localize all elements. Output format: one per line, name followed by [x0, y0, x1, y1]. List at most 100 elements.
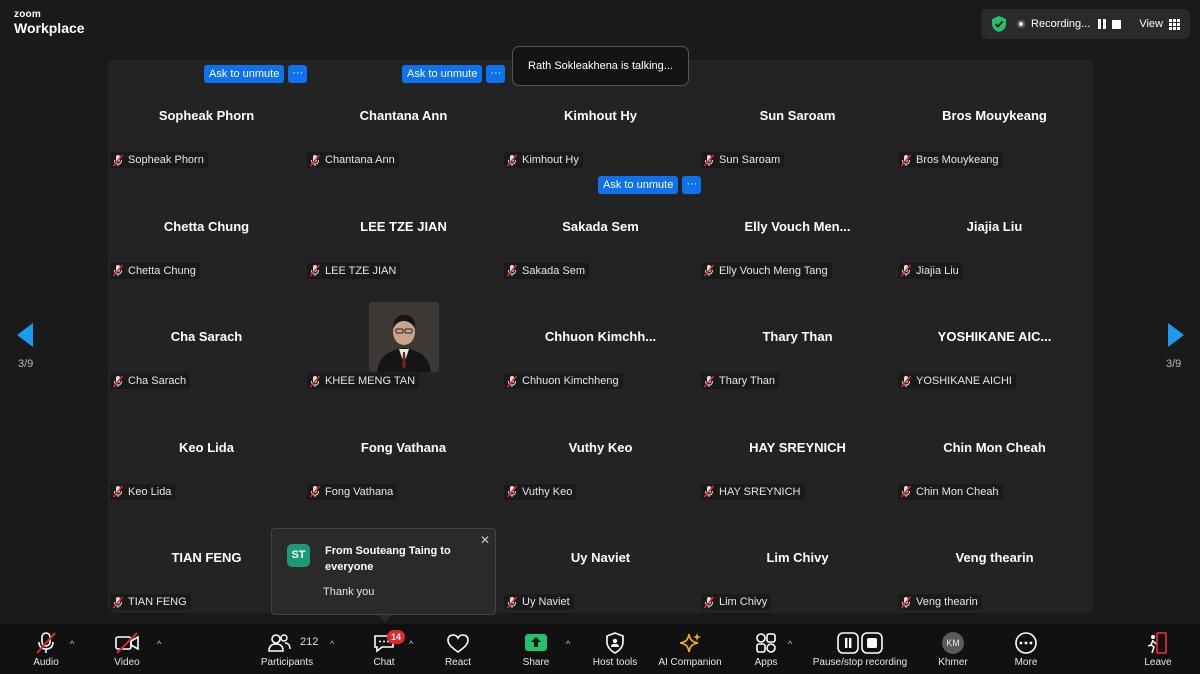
more-options-button[interactable]: ···: [288, 65, 308, 83]
microphone-muted-icon: [900, 264, 912, 277]
participant-tile[interactable]: Chetta Chung Chetta Chung: [108, 171, 305, 282]
apps-icon: [756, 633, 776, 653]
audio-button[interactable]: Audio: [22, 624, 70, 674]
participant-name-tag: Uy Naviet: [504, 594, 574, 611]
participant-name-tag-label: Cha Sarach: [128, 375, 187, 388]
participant-tile[interactable]: Veng thearin Veng thearin: [896, 502, 1093, 613]
next-page-arrow-icon[interactable]: [1168, 323, 1184, 347]
microphone-muted-icon: [506, 485, 518, 498]
pause-recording-icon[interactable]: [1098, 19, 1107, 29]
chat-unread-badge: 14: [387, 630, 405, 644]
participant-tile[interactable]: YOSHIKANE AIC... YOSHIKANE AICHI: [896, 281, 1093, 392]
microphone-muted-icon: [900, 153, 912, 167]
react-button[interactable]: React: [438, 624, 478, 674]
participant-tile[interactable]: Jiajia Liu Jiajia Liu: [896, 171, 1093, 282]
participant-name-tag-label: Jiajia Liu: [916, 264, 959, 277]
meeting-toolbar: Audio ^ Video ^ Participants 212 ^ Chat …: [0, 624, 1200, 674]
participant-name-tag-label: Sopheak Phorn: [128, 154, 204, 166]
stop-recording-icon[interactable]: [1112, 19, 1122, 29]
share-button[interactable]: Share: [516, 624, 556, 674]
recording-dot-icon: [1017, 20, 1026, 28]
participant-tile[interactable]: Thary Than Thary Than: [699, 281, 896, 392]
participant-name-tag: Keo Lida: [110, 483, 176, 500]
microphone-muted-icon: [900, 485, 912, 498]
participant-tile[interactable]: Sun Saroam Sun Saroam: [699, 60, 896, 171]
more-options-button[interactable]: ···: [486, 65, 506, 83]
participant-name-tag-label: Lim Chivy: [719, 596, 768, 609]
participant-tile[interactable]: LEE TZE JIAN LEE TZE JIAN: [305, 171, 502, 282]
participant-tile[interactable]: Chin Mon Cheah Chin Mon Cheah: [896, 392, 1093, 503]
gallery-view: Sopheak Phorn Sopheak Phorn Chantana Ann Ch…: [108, 60, 1093, 613]
participant-tile[interactable]: Chhuon Kimchh... Chhuon Kimchheng: [502, 281, 699, 392]
pause-stop-recording-button[interactable]: Pause/stop recording: [808, 624, 912, 674]
participant-name-tag: Thary Than: [701, 373, 780, 390]
ai-companion-button[interactable]: AI Companion: [654, 624, 726, 674]
microphone-muted-icon: [112, 485, 124, 498]
participant-name-tag-label: HAY SREYNICH: [719, 485, 801, 498]
brand-line1: zoom: [14, 9, 41, 20]
share-options-chevron-up-icon[interactable]: ^: [566, 639, 570, 649]
audio-options-chevron-up-icon[interactable]: ^: [70, 639, 74, 649]
participant-display-name: Sakada Sem: [562, 218, 639, 234]
participant-display-name: Chetta Chung: [163, 218, 250, 234]
chat-options-chevron-up-icon[interactable]: ^: [409, 639, 413, 649]
participant-name-tag: Vuthy Keo: [504, 483, 577, 500]
microphone-muted-icon: [309, 153, 321, 167]
participant-tile[interactable]: Bros Mouykeang Bros Mouykeang: [896, 60, 1093, 171]
participant-tile[interactable]: Keo Lida Keo Lida: [108, 392, 305, 503]
grid-view-icon[interactable]: [1169, 18, 1180, 30]
more-button[interactable]: More: [1006, 624, 1046, 674]
more-options-button[interactable]: ···: [682, 176, 702, 194]
participant-display-name: Veng thearin: [955, 550, 1034, 566]
participant-tile[interactable]: Uy Naviet Uy Naviet: [502, 502, 699, 613]
previous-page-arrow-icon[interactable]: [17, 323, 33, 347]
participant-tile[interactable]: HAY SREYNICH HAY SREYNICH: [699, 392, 896, 503]
video-button[interactable]: Video: [104, 624, 150, 674]
participant-tile[interactable]: Vuthy Keo Vuthy Keo: [502, 392, 699, 503]
microphone-muted-icon: [900, 375, 912, 388]
video-options-chevron-up-icon[interactable]: ^: [157, 639, 161, 649]
participant-display-name: Bros Mouykeang: [942, 108, 1047, 123]
apps-label: Apps: [754, 657, 778, 668]
chat-notification[interactable]: ST From Souteang Taing to everyone Thank…: [271, 528, 496, 622]
apps-button[interactable]: Apps: [746, 624, 786, 674]
participant-name-tag-label: Elly Vouch Meng Tang: [719, 264, 828, 277]
participant-tile[interactable]: Fong Vathana Fong Vathana: [305, 392, 502, 503]
leave-door-icon: [1147, 632, 1167, 654]
brand-line2: Workplace: [14, 20, 85, 36]
participant-name-tag-label: TIAN FENG: [128, 596, 187, 609]
participant-display-name: Sopheak Phorn: [158, 108, 255, 123]
microphone-muted-icon: [506, 264, 518, 277]
participant-tile[interactable]: Cha Sarach Cha Sarach: [108, 281, 305, 392]
participant-name-tag-label: KHEE MENG TAN: [325, 375, 416, 388]
apps-options-chevron-up-icon[interactable]: ^: [788, 639, 792, 649]
participant-name-tag-label: Chantana Ann: [325, 154, 395, 166]
language-button[interactable]: KM Khmer: [930, 624, 976, 674]
participant-name-tag: Bros Mouykeang: [898, 152, 1003, 168]
participant-tile[interactable]: Elly Vouch Men... Elly Vouch Meng Tang: [699, 171, 896, 282]
participant-display-name: Kimhout Hy: [564, 108, 637, 123]
participant-name-tag: YOSHIKANE AICHI: [898, 373, 1016, 390]
ask-to-unmute-button[interactable]: Ask to unmute: [598, 176, 679, 194]
participant-name-tag: Sun Saroam: [701, 152, 785, 168]
participants-options-chevron-up-icon[interactable]: ^: [330, 639, 334, 649]
ai-companion-label: AI Companion: [658, 657, 722, 668]
microphone-muted-icon: [703, 485, 715, 498]
participant-name-tag-label: Fong Vathana: [325, 485, 394, 498]
microphone-muted-icon: [112, 375, 124, 388]
popup-tail: [378, 615, 392, 622]
close-icon[interactable]: ✕: [480, 533, 490, 547]
video-label: Video: [114, 657, 140, 668]
view-button-label[interactable]: View: [1139, 18, 1163, 30]
participant-tile[interactable]: Lim Chivy Lim Chivy: [699, 502, 896, 613]
leave-button[interactable]: Leave: [1138, 624, 1178, 674]
shield-check-icon[interactable]: [991, 15, 1007, 33]
participant-name-tag: HAY SREYNICH: [701, 483, 805, 500]
ask-to-unmute-button[interactable]: Ask to unmute: [204, 65, 285, 83]
participants-button[interactable]: Participants: [256, 624, 318, 674]
participant-tile[interactable]: KHEE MENG TAN: [305, 281, 502, 392]
host-tools-button[interactable]: Host tools: [588, 624, 642, 674]
ask-to-unmute-button[interactable]: Ask to unmute: [402, 65, 483, 83]
status-pill: Recording... View: [981, 9, 1190, 39]
microphone-muted-icon: [506, 153, 518, 167]
